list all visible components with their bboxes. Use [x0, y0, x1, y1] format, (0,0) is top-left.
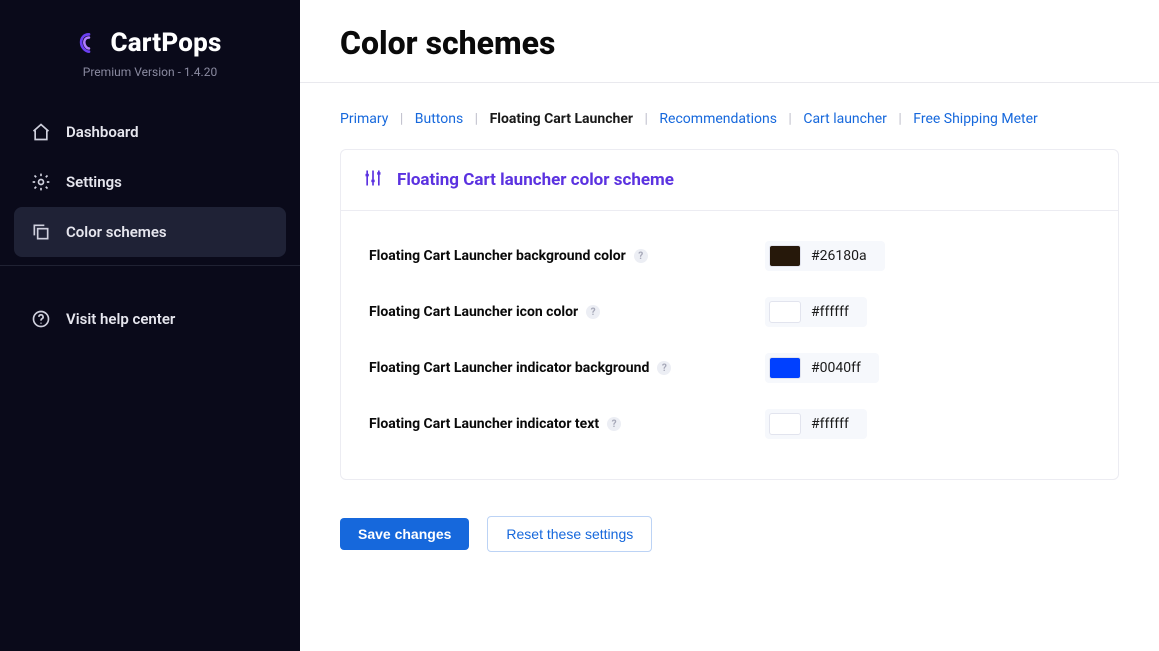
color-swatch[interactable]	[769, 245, 801, 267]
tab-separator: |	[890, 111, 909, 127]
row-label-wrap: Floating Cart Launcher indicator text ?	[369, 416, 765, 432]
brand-subtitle: Premium Version - 1.4.20	[24, 65, 276, 79]
help-icon	[30, 308, 52, 330]
tab-free-shipping-meter[interactable]: Free Shipping Meter	[913, 111, 1038, 127]
home-icon	[30, 121, 52, 143]
sidebar-item-label: Color schemes	[66, 223, 167, 241]
logo-icon	[78, 32, 100, 54]
field-label: Floating Cart Launcher indicator backgro…	[369, 360, 649, 376]
field-label: Floating Cart Launcher icon color	[369, 304, 578, 320]
tab-separator: |	[637, 111, 656, 127]
save-button[interactable]: Save changes	[340, 518, 469, 550]
color-field: #26180a	[765, 241, 885, 271]
brand-row: CartPops	[78, 28, 221, 58]
sidebar-item-label: Dashboard	[66, 123, 139, 141]
color-row-indicator-bg: Floating Cart Launcher indicator backgro…	[369, 353, 1090, 383]
color-swatch[interactable]	[769, 413, 801, 435]
color-row-indicator-text: Floating Cart Launcher indicator text ? …	[369, 409, 1090, 439]
color-row-icon: Floating Cart Launcher icon color ? #fff…	[369, 297, 1090, 327]
panel-title: Floating Cart launcher color scheme	[397, 170, 674, 190]
help-tooltip-icon[interactable]: ?	[634, 249, 648, 263]
sidebar-footer: Visit help center	[0, 294, 300, 344]
row-label-wrap: Floating Cart Launcher background color …	[369, 248, 765, 264]
sidebar: CartPops Premium Version - 1.4.20 Dashbo…	[0, 0, 300, 651]
sidebar-item-help[interactable]: Visit help center	[14, 294, 286, 344]
tab-separator: |	[467, 111, 486, 127]
gear-icon	[30, 171, 52, 193]
page-title: Color schemes	[340, 24, 1119, 62]
color-field: #0040ff	[765, 353, 879, 383]
panel-header: Floating Cart launcher color scheme	[341, 150, 1118, 211]
tab-recommendations[interactable]: Recommendations	[659, 111, 777, 127]
main-content: Color schemes Primary | Buttons | Floati…	[300, 0, 1159, 651]
sidebar-item-color-schemes[interactable]: Color schemes	[14, 207, 286, 257]
sidebar-item-dashboard[interactable]: Dashboard	[14, 107, 286, 157]
color-field: #ffffff	[765, 297, 867, 327]
brand-name: CartPops	[110, 28, 221, 58]
tab-bar: Primary | Buttons | Floating Cart Launch…	[340, 111, 1119, 127]
tab-buttons[interactable]: Buttons	[415, 111, 463, 127]
copy-icon	[30, 221, 52, 243]
form-actions: Save changes Reset these settings	[340, 516, 1119, 552]
sidebar-item-settings[interactable]: Settings	[14, 157, 286, 207]
color-code-value[interactable]: #ffffff	[811, 304, 849, 320]
sidebar-nav: Dashboard Settings Color schemes	[0, 107, 300, 257]
help-tooltip-icon[interactable]: ?	[607, 417, 621, 431]
sidebar-item-label: Visit help center	[66, 310, 175, 328]
sidebar-item-label: Settings	[66, 173, 122, 191]
color-swatch[interactable]	[769, 301, 801, 323]
color-code-value[interactable]: #ffffff	[811, 416, 849, 432]
color-code-value[interactable]: #26180a	[811, 248, 867, 264]
panel-body: Floating Cart Launcher background color …	[341, 211, 1118, 479]
tab-separator: |	[780, 111, 799, 127]
color-row-background: Floating Cart Launcher background color …	[369, 241, 1090, 271]
row-label-wrap: Floating Cart Launcher icon color ?	[369, 304, 765, 320]
tab-primary[interactable]: Primary	[340, 111, 388, 127]
row-label-wrap: Floating Cart Launcher indicator backgro…	[369, 360, 765, 376]
field-label: Floating Cart Launcher indicator text	[369, 416, 599, 432]
reset-button[interactable]: Reset these settings	[487, 516, 652, 552]
tab-cart-launcher[interactable]: Cart launcher	[803, 111, 887, 127]
content-wrap: Primary | Buttons | Floating Cart Launch…	[300, 83, 1159, 592]
sidebar-divider	[0, 265, 300, 266]
help-tooltip-icon[interactable]: ?	[586, 305, 600, 319]
color-scheme-panel: Floating Cart launcher color scheme Floa…	[340, 149, 1119, 480]
field-label: Floating Cart Launcher background color	[369, 248, 626, 264]
help-tooltip-icon[interactable]: ?	[657, 361, 671, 375]
brand-block: CartPops Premium Version - 1.4.20	[0, 0, 300, 87]
main-header: Color schemes	[300, 0, 1159, 83]
color-swatch[interactable]	[769, 357, 801, 379]
color-field: #ffffff	[765, 409, 867, 439]
tab-separator: |	[392, 111, 411, 127]
tab-floating-cart-launcher[interactable]: Floating Cart Launcher	[490, 111, 633, 127]
color-code-value[interactable]: #0040ff	[811, 360, 861, 376]
sliders-icon	[363, 168, 383, 192]
